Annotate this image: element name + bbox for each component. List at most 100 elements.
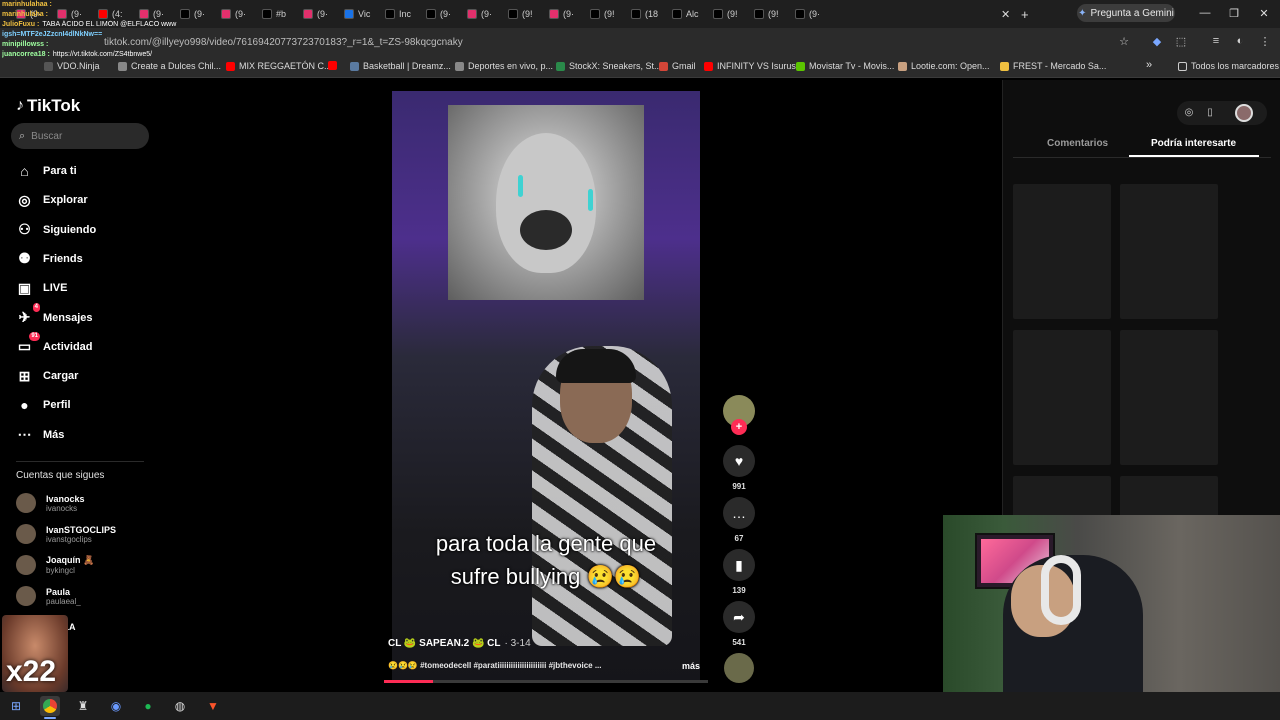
followed-account[interactable]: IvanSTGOCLIPS ivanstgoclips (16, 524, 116, 544)
sound-avatar[interactable] (724, 653, 754, 683)
browser-tab[interactable]: (9· (180, 6, 205, 22)
account-handle: bykingcl (46, 566, 75, 575)
share-button[interactable]: ➦ 541 (723, 601, 755, 647)
video-progress-bar[interactable] (384, 680, 708, 683)
video-inset-image (448, 105, 644, 300)
menu-icon[interactable]: ⋮ (1257, 33, 1273, 49)
suggested-video-thumbnail[interactable] (1013, 330, 1111, 465)
bookmark-item[interactable]: Deportes en vivo, p... (455, 61, 553, 71)
chat-username: JulioFuxu : (2, 21, 40, 28)
like-button[interactable]: ♥ 991 (723, 445, 755, 491)
share-icon: ➦ (723, 601, 755, 633)
mobile-icon[interactable]: ▯ (1202, 104, 1218, 120)
browser-tab[interactable]: Alc (672, 6, 699, 22)
url-field[interactable]: tiktok.com/@illyeyo998/video/76169420773… (88, 33, 1138, 51)
bookmarks-overflow-icon[interactable]: » (1146, 59, 1152, 71)
sidebar-item-home[interactable]: ⌂ Para ti (16, 161, 77, 181)
tiktok-logo[interactable]: ♪ TikTok (16, 96, 80, 116)
tab-label: (9! (522, 9, 533, 19)
followed-account[interactable]: Ivanocks ivanocks (16, 493, 85, 513)
restore-button[interactable]: ❐ (1222, 4, 1246, 22)
compass-icon[interactable]: ◎ (1181, 104, 1197, 120)
bookmark-favicon-icon (659, 61, 668, 71)
sidebar-item-profile[interactable]: ● Perfil (16, 395, 70, 415)
sidebar-item-upload[interactable]: ⊞ Cargar (16, 366, 79, 386)
bookmark-item[interactable]: MIX REGGAETÓN C... (226, 61, 332, 71)
video-author[interactable]: CL 🐸 SAPEAN.2 🐸 CL · 3-14 (388, 638, 531, 649)
sidebar-item-label: Actividad (43, 340, 93, 353)
follow-plus-button[interactable]: + (731, 419, 747, 435)
close-window-button[interactable]: ✕ (1252, 4, 1276, 22)
bookmark-item[interactable]: Gmail (659, 61, 696, 71)
avatar (16, 524, 36, 544)
close-tab-icon[interactable]: ✕ (1001, 6, 1010, 22)
tab-favicon-icon (262, 9, 272, 19)
following-icon: ⚇ (18, 221, 31, 238)
followed-account[interactable]: Paula paulaeal_ (16, 586, 81, 606)
browser-tab[interactable]: Inc (385, 6, 411, 22)
browser-tab[interactable]: (9· (426, 6, 451, 22)
browser-tab[interactable]: (9! (508, 6, 533, 22)
sidebar-item-following[interactable]: ⚇ Siguiendo (16, 220, 96, 240)
heart-icon: ♥ (723, 445, 755, 477)
all-bookmarks-button[interactable]: Todos los marcadores (1178, 61, 1279, 71)
minimize-button[interactable]: — (1193, 4, 1217, 22)
tab-favicon-icon (713, 9, 723, 19)
sidebar-item-messages[interactable]: ✈ 4 Mensajes (16, 303, 93, 328)
bookmark-item[interactable]: Lootie.com: Open... (898, 61, 990, 71)
inset-face (496, 133, 596, 273)
browser-tab[interactable]: (18 (631, 6, 658, 22)
browser-tab[interactable]: (9· (221, 6, 246, 22)
bookmark-item[interactable]: INFINITY VS Isurus (704, 61, 796, 71)
media-icon[interactable]: ≡ (1208, 33, 1224, 49)
tab-podria-interesarte[interactable]: Podría interesarte (1151, 138, 1236, 149)
browser-tab[interactable]: (9· (549, 6, 574, 22)
puzzle-icon[interactable]: ⬚ (1173, 33, 1189, 49)
gemini-button[interactable]: ✦ Pregunta a Gemini (1077, 4, 1175, 22)
sidebar-item-label: Para ti (43, 165, 77, 177)
obs-taskbar-icon[interactable]: ◍ (170, 696, 190, 716)
sidebar-item-friends[interactable]: ⚉ Friends (16, 249, 83, 269)
comment-icon: … (723, 497, 755, 529)
new-tab-button[interactable]: + (1021, 6, 1029, 22)
sidebar-item-activity[interactable]: ▭ 91 Actividad (16, 332, 93, 357)
app-taskbar-icon[interactable]: ♜ (73, 696, 93, 716)
windows-start-icon[interactable]: ⊞ (6, 696, 26, 716)
save-button[interactable]: ▮ 139 (723, 549, 755, 595)
user-avatar[interactable] (1235, 104, 1253, 122)
profile-avatar-icon[interactable]: ◐ (1232, 33, 1248, 49)
browser-tab[interactable]: (9· (303, 6, 328, 22)
browser-tab[interactable]: (9! (713, 6, 738, 22)
bookmark-star-icon[interactable]: ☆ (1116, 33, 1132, 49)
search-input[interactable]: ⌕ Buscar (11, 123, 149, 149)
followed-account[interactable]: Joaquín 🧸 bykingcl (16, 555, 94, 575)
browser-tab[interactable]: (9· (467, 6, 492, 22)
suggested-video-thumbnail[interactable] (1013, 184, 1111, 319)
browser-tab[interactable]: Vic (344, 6, 370, 22)
bookmark-item[interactable] (328, 61, 341, 70)
browser-tab[interactable]: #b (262, 6, 286, 22)
browser-tab[interactable]: (9! (590, 6, 615, 22)
suggested-video-thumbnail[interactable] (1120, 184, 1218, 319)
comment-button[interactable]: … 67 (723, 497, 755, 543)
sidebar-item-more[interactable]: ⋯ Más (16, 425, 65, 445)
video-player[interactable]: para toda la gente que sufre bullying 😢😢 (392, 91, 700, 683)
tab-comentarios[interactable]: Comentarios (1047, 138, 1108, 149)
suggested-video-thumbnail[interactable] (1120, 330, 1218, 465)
chrome-taskbar-icon[interactable] (40, 696, 60, 719)
sidebar-item-compass[interactable]: ◎ Explorar (16, 190, 87, 210)
bookmark-item[interactable]: Basketball | Dreamz... (350, 61, 451, 71)
browser-tab[interactable]: (9! (754, 6, 779, 22)
bookmark-item[interactable]: FREST - Mercado Sa... (1000, 61, 1106, 71)
chat-message: marinhulahaa : (2, 0, 177, 10)
spotify-taskbar-icon[interactable]: ● (138, 696, 158, 716)
bookmark-item[interactable]: StockX: Sneakers, St... (556, 61, 662, 71)
extension-icon[interactable]: ◆ (1149, 33, 1165, 49)
tab-favicon-icon (590, 9, 600, 19)
messenger-taskbar-icon[interactable]: ◉ (106, 696, 126, 716)
sidebar-item-live[interactable]: ▣ LIVE (16, 278, 68, 298)
brave-taskbar-icon[interactable]: ▼ (203, 696, 223, 716)
browser-tab[interactable]: (9· (795, 6, 820, 22)
more-button[interactable]: más (682, 661, 700, 671)
bookmark-item[interactable]: Movistar Tv - Movis... (796, 61, 894, 71)
